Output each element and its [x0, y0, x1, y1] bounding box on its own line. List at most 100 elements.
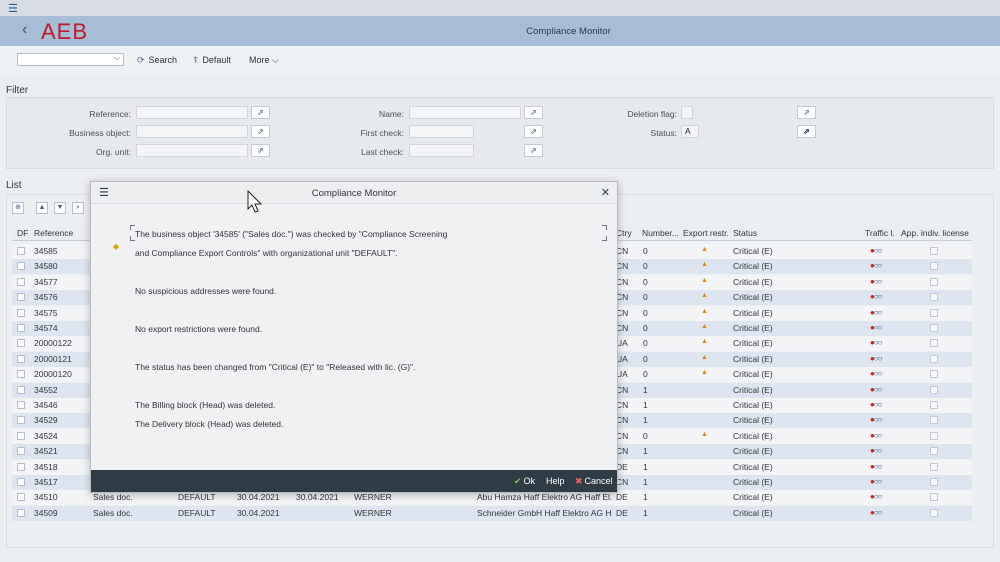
cell-reference: 20000122	[34, 338, 72, 349]
org-unit-input[interactable]	[136, 144, 248, 157]
org-unit-value-help-button[interactable]: ⇗	[251, 144, 270, 157]
license-checkbox[interactable]	[930, 416, 938, 425]
row-checkbox[interactable]	[17, 339, 25, 348]
last-check-value-help-button[interactable]: ⇗	[524, 144, 543, 157]
reference-input[interactable]	[136, 106, 248, 119]
row-checkbox[interactable]	[17, 262, 25, 271]
column-header-reference[interactable]: Reference	[34, 228, 73, 238]
find-icon[interactable]: ⌕	[72, 202, 84, 214]
warning-triangle-icon: ▲	[701, 276, 708, 284]
variant-select[interactable]: ⌵	[17, 53, 124, 66]
row-checkbox[interactable]	[17, 277, 25, 286]
license-checkbox[interactable]	[930, 262, 938, 271]
traffic-light-icon: ●○○	[870, 369, 882, 379]
license-checkbox[interactable]	[930, 370, 938, 379]
column-header-df[interactable]: DF	[17, 228, 28, 238]
zoom-in-icon[interactable]: ⊕	[12, 202, 24, 214]
cell-status: Critical (E)	[733, 246, 773, 256]
cell-reference: 34576	[34, 292, 58, 303]
license-checkbox[interactable]	[930, 247, 938, 255]
business-object-input[interactable]	[136, 125, 248, 138]
cell-status: Critical (E)	[733, 477, 773, 487]
first-check-value-help-button[interactable]: ⇗	[524, 125, 543, 138]
cell-reference: 34552	[34, 384, 58, 395]
cell-status: Critical (E)	[733, 384, 773, 395]
business-object-value-help-button[interactable]: ⇗	[251, 125, 270, 138]
row-checkbox[interactable]	[17, 354, 25, 363]
row-checkbox[interactable]	[17, 370, 25, 379]
cell-reference: 34518	[34, 461, 58, 472]
close-icon[interactable]: ✕	[601, 186, 610, 199]
last-check-input[interactable]	[409, 144, 474, 157]
name-value-help-button[interactable]: ⇗	[524, 106, 543, 119]
name-input[interactable]	[409, 106, 521, 119]
row-checkbox[interactable]	[17, 308, 25, 317]
reference-value-help-button[interactable]: ⇗	[251, 106, 270, 119]
row-checkbox[interactable]	[17, 493, 25, 502]
cell-reference: 34524	[34, 430, 58, 441]
license-checkbox[interactable]	[930, 508, 938, 517]
license-checkbox[interactable]	[930, 308, 938, 317]
list-section-title: List	[6, 180, 22, 191]
table-row[interactable]: 34509 Sales doc. DEFAULT 30.04.2021 WERNER Sc…	[12, 505, 972, 521]
row-checkbox[interactable]	[17, 508, 25, 517]
column-header-status[interactable]: Status	[733, 228, 757, 238]
first-check-input[interactable]	[409, 125, 474, 138]
row-checkbox[interactable]	[17, 416, 25, 425]
status-input[interactable]: A	[681, 125, 699, 138]
sort-descending-icon[interactable]: ▼	[54, 202, 66, 214]
chevron-down-icon: ⌵	[272, 55, 279, 65]
warning-triangle-icon: ▲	[701, 292, 708, 300]
license-checkbox[interactable]	[930, 447, 938, 456]
cancel-icon: ✖	[575, 476, 583, 486]
license-checkbox[interactable]	[930, 431, 938, 440]
row-checkbox[interactable]	[17, 478, 25, 486]
cell-number: 0	[643, 276, 648, 287]
chevron-down-icon: ⌵	[113, 53, 120, 62]
license-checkbox[interactable]	[930, 478, 938, 486]
status-value-help-button[interactable]: ⇗	[797, 125, 816, 138]
row-checkbox[interactable]	[17, 293, 25, 302]
sort-ascending-icon[interactable]: ▲	[36, 202, 48, 214]
license-checkbox[interactable]	[930, 293, 938, 302]
row-checkbox[interactable]	[17, 447, 25, 456]
license-checkbox[interactable]	[930, 324, 938, 332]
cell-country: DE	[616, 492, 628, 503]
column-header-export-restr[interactable]: Export restr.	[683, 228, 729, 238]
cell-number: 0	[643, 369, 648, 380]
help-button[interactable]: Help	[546, 476, 565, 486]
cancel-button[interactable]: ✖ Cancel	[575, 476, 613, 487]
row-checkbox[interactable]	[17, 247, 25, 255]
row-checkbox[interactable]	[17, 324, 25, 332]
column-header-traffic-light[interactable]: Traffic l.	[865, 228, 895, 238]
deletion-flag-value-help-button[interactable]: ⇗	[797, 106, 816, 119]
help-button-label: Help	[546, 476, 565, 486]
cell-number: 0	[643, 292, 648, 303]
license-checkbox[interactable]	[930, 339, 938, 348]
license-checkbox[interactable]	[930, 354, 938, 363]
column-header-ctry[interactable]: Ctry	[616, 228, 632, 238]
cell-name: Abu Hamza Haff Elektro AG Haff El...	[477, 492, 612, 503]
ok-button[interactable]: ✔ Ok	[514, 476, 535, 487]
traffic-light-icon: ●○○	[870, 261, 882, 271]
cell-number: 0	[643, 246, 648, 256]
deletion-flag-input[interactable]	[681, 106, 693, 119]
message-line: No suspicious addresses were found.	[135, 286, 277, 296]
license-checkbox[interactable]	[930, 462, 938, 471]
license-checkbox[interactable]	[930, 401, 938, 409]
cell-status: Critical (E)	[733, 276, 773, 287]
license-checkbox[interactable]	[930, 277, 938, 286]
license-checkbox[interactable]	[930, 493, 938, 502]
default-button[interactable]: ⍒ Default	[193, 55, 231, 66]
more-button[interactable]: More ⌵	[249, 55, 279, 66]
column-header-license[interactable]: App. indiv. license	[901, 228, 969, 238]
hamburger-icon[interactable]: ☰	[8, 2, 18, 15]
row-checkbox[interactable]	[17, 385, 25, 394]
traffic-light-icon: ●○○	[870, 384, 882, 394]
license-checkbox[interactable]	[930, 385, 938, 394]
search-button[interactable]: ⟳ Search	[137, 55, 177, 66]
row-checkbox[interactable]	[17, 431, 25, 440]
row-checkbox[interactable]	[17, 462, 25, 471]
column-header-number[interactable]: Number...	[642, 228, 679, 238]
row-checkbox[interactable]	[17, 401, 25, 409]
